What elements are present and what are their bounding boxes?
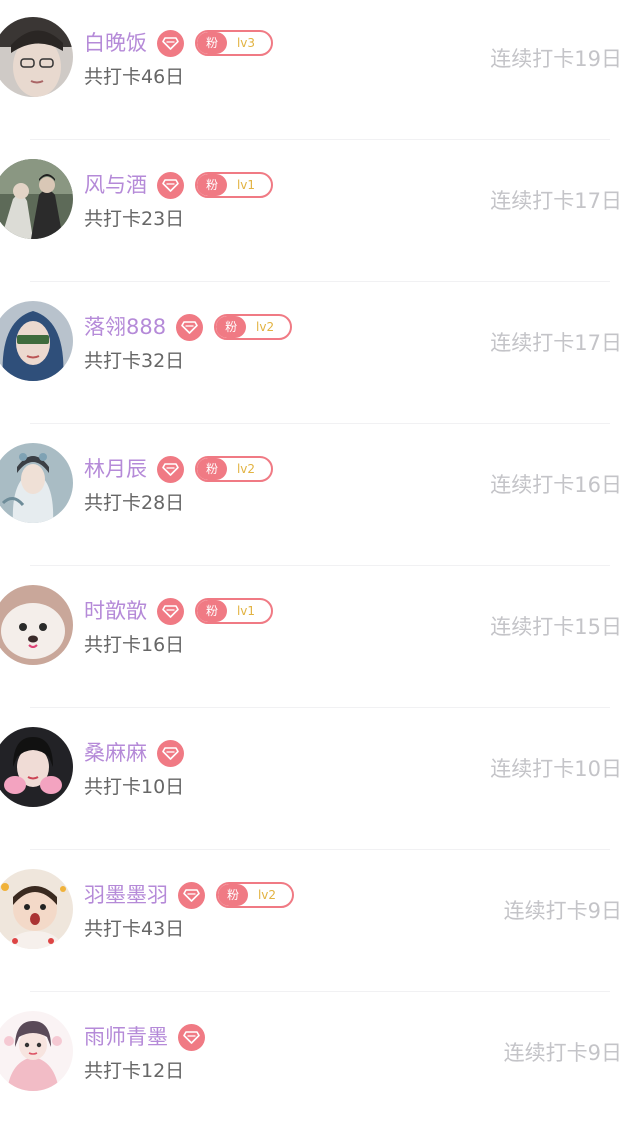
name-line: 羽墨墨羽 粉 lv2 bbox=[84, 878, 294, 912]
fan-badge-level: lv2 bbox=[236, 462, 256, 476]
fan-badge: 粉 lv1 bbox=[195, 598, 273, 624]
consecutive-checkin-days: 连续打卡16日 bbox=[490, 473, 622, 497]
checkin-ranking-list: 白晚饭 粉 lv3 共打卡46日 连续打卡19日 风与酒 粉 lv1 共打卡23… bbox=[0, 0, 640, 1131]
list-item[interactable]: 雨师青墨 共打卡12日 连续打卡9日 bbox=[0, 994, 640, 1136]
list-item[interactable]: 时歆歆 粉 lv1 共打卡16日 连续打卡15日 bbox=[0, 568, 640, 710]
total-checkin-days: 共打卡23日 bbox=[84, 208, 185, 230]
avatar[interactable] bbox=[0, 1011, 73, 1091]
avatar[interactable] bbox=[0, 869, 73, 949]
avatar-image bbox=[0, 443, 73, 523]
avatar-image bbox=[0, 159, 73, 239]
list-item[interactable]: 羽墨墨羽 粉 lv2 共打卡43日 连续打卡9日 bbox=[0, 852, 640, 994]
user-name[interactable]: 林月辰 bbox=[84, 452, 147, 486]
row-divider bbox=[30, 991, 610, 992]
fan-badge-level: lv1 bbox=[236, 178, 256, 192]
total-checkin-days: 共打卡16日 bbox=[84, 634, 185, 656]
row-divider bbox=[30, 139, 610, 140]
name-line: 桑麻麻 bbox=[84, 736, 184, 770]
diamond-badge-icon bbox=[157, 171, 184, 199]
user-name[interactable]: 白晚饭 bbox=[84, 26, 147, 60]
total-checkin-days: 共打卡10日 bbox=[84, 776, 185, 798]
fan-badge-label: 粉 bbox=[197, 458, 227, 480]
user-name[interactable]: 雨师青墨 bbox=[84, 1020, 168, 1054]
diamond-badge-icon bbox=[157, 455, 184, 483]
fan-badge: 粉 lv2 bbox=[214, 314, 293, 340]
total-checkin-days: 共打卡12日 bbox=[84, 1060, 185, 1082]
avatar[interactable] bbox=[0, 17, 73, 97]
consecutive-checkin-days: 连续打卡9日 bbox=[503, 1041, 622, 1065]
consecutive-checkin-days: 连续打卡17日 bbox=[490, 189, 622, 213]
diamond-badge-icon bbox=[157, 597, 184, 625]
user-name[interactable]: 桑麻麻 bbox=[84, 736, 147, 770]
total-checkin-days: 共打卡28日 bbox=[84, 492, 185, 514]
row-divider bbox=[30, 423, 610, 424]
name-line: 落翎888 粉 lv2 bbox=[84, 310, 293, 344]
avatar[interactable] bbox=[0, 727, 73, 807]
user-name[interactable]: 时歆歆 bbox=[84, 594, 147, 628]
diamond-badge-icon bbox=[176, 313, 204, 341]
consecutive-checkin-days: 连续打卡10日 bbox=[490, 757, 622, 781]
fan-badge-label: 粉 bbox=[197, 174, 227, 196]
fan-badge: 粉 lv2 bbox=[216, 882, 294, 908]
row-divider bbox=[30, 565, 610, 566]
user-name[interactable]: 风与酒 bbox=[84, 168, 147, 202]
name-line: 白晚饭 粉 lv3 bbox=[84, 26, 273, 60]
name-line: 风与酒 粉 lv1 bbox=[84, 168, 273, 202]
name-line: 雨师青墨 bbox=[84, 1020, 205, 1054]
consecutive-checkin-days: 连续打卡19日 bbox=[490, 47, 622, 71]
total-checkin-days: 共打卡32日 bbox=[84, 350, 185, 372]
list-item[interactable]: 落翎888 粉 lv2 共打卡32日 连续打卡17日 bbox=[0, 284, 640, 426]
diamond-badge-icon bbox=[157, 739, 184, 767]
name-line: 林月辰 粉 lv2 bbox=[84, 452, 273, 486]
name-line: 时歆歆 粉 lv1 bbox=[84, 594, 273, 628]
consecutive-checkin-days: 连续打卡15日 bbox=[490, 615, 622, 639]
fan-badge-level: lv2 bbox=[257, 888, 277, 902]
consecutive-checkin-days: 连续打卡17日 bbox=[490, 331, 622, 355]
avatar-image bbox=[0, 869, 73, 949]
avatar[interactable] bbox=[0, 301, 73, 381]
list-item[interactable]: 风与酒 粉 lv1 共打卡23日 连续打卡17日 bbox=[0, 142, 640, 284]
avatar-image bbox=[0, 585, 73, 665]
fan-badge: 粉 lv2 bbox=[195, 456, 273, 482]
fan-badge-label: 粉 bbox=[197, 32, 227, 54]
list-item[interactable]: 桑麻麻 共打卡10日 连续打卡10日 bbox=[0, 710, 640, 852]
row-divider bbox=[30, 707, 610, 708]
list-item[interactable]: 林月辰 粉 lv2 共打卡28日 连续打卡16日 bbox=[0, 426, 640, 568]
fan-badge-label: 粉 bbox=[218, 884, 248, 906]
list-item[interactable]: 白晚饭 粉 lv3 共打卡46日 连续打卡19日 bbox=[0, 0, 640, 142]
fan-badge-level: lv2 bbox=[256, 320, 275, 334]
user-name[interactable]: 落翎888 bbox=[84, 310, 166, 344]
fan-badge-level: lv3 bbox=[236, 36, 256, 50]
diamond-badge-icon bbox=[178, 1023, 205, 1051]
avatar[interactable] bbox=[0, 159, 73, 239]
row-divider bbox=[30, 849, 610, 850]
fan-badge: 粉 lv3 bbox=[195, 30, 273, 56]
avatar-image bbox=[0, 1011, 73, 1091]
fan-badge-label: 粉 bbox=[216, 316, 247, 338]
avatar-image bbox=[0, 17, 73, 97]
row-divider bbox=[30, 281, 610, 282]
avatar-image bbox=[0, 301, 73, 381]
total-checkin-days: 共打卡46日 bbox=[84, 66, 185, 88]
avatar[interactable] bbox=[0, 443, 73, 523]
diamond-badge-icon bbox=[157, 29, 184, 57]
diamond-badge-icon bbox=[178, 881, 205, 909]
fan-badge: 粉 lv1 bbox=[195, 172, 273, 198]
user-name[interactable]: 羽墨墨羽 bbox=[84, 878, 168, 912]
consecutive-checkin-days: 连续打卡9日 bbox=[503, 899, 622, 923]
fan-badge-label: 粉 bbox=[197, 600, 227, 622]
avatar[interactable] bbox=[0, 585, 73, 665]
total-checkin-days: 共打卡43日 bbox=[84, 918, 185, 940]
fan-badge-level: lv1 bbox=[236, 604, 256, 618]
avatar-image bbox=[0, 727, 73, 807]
